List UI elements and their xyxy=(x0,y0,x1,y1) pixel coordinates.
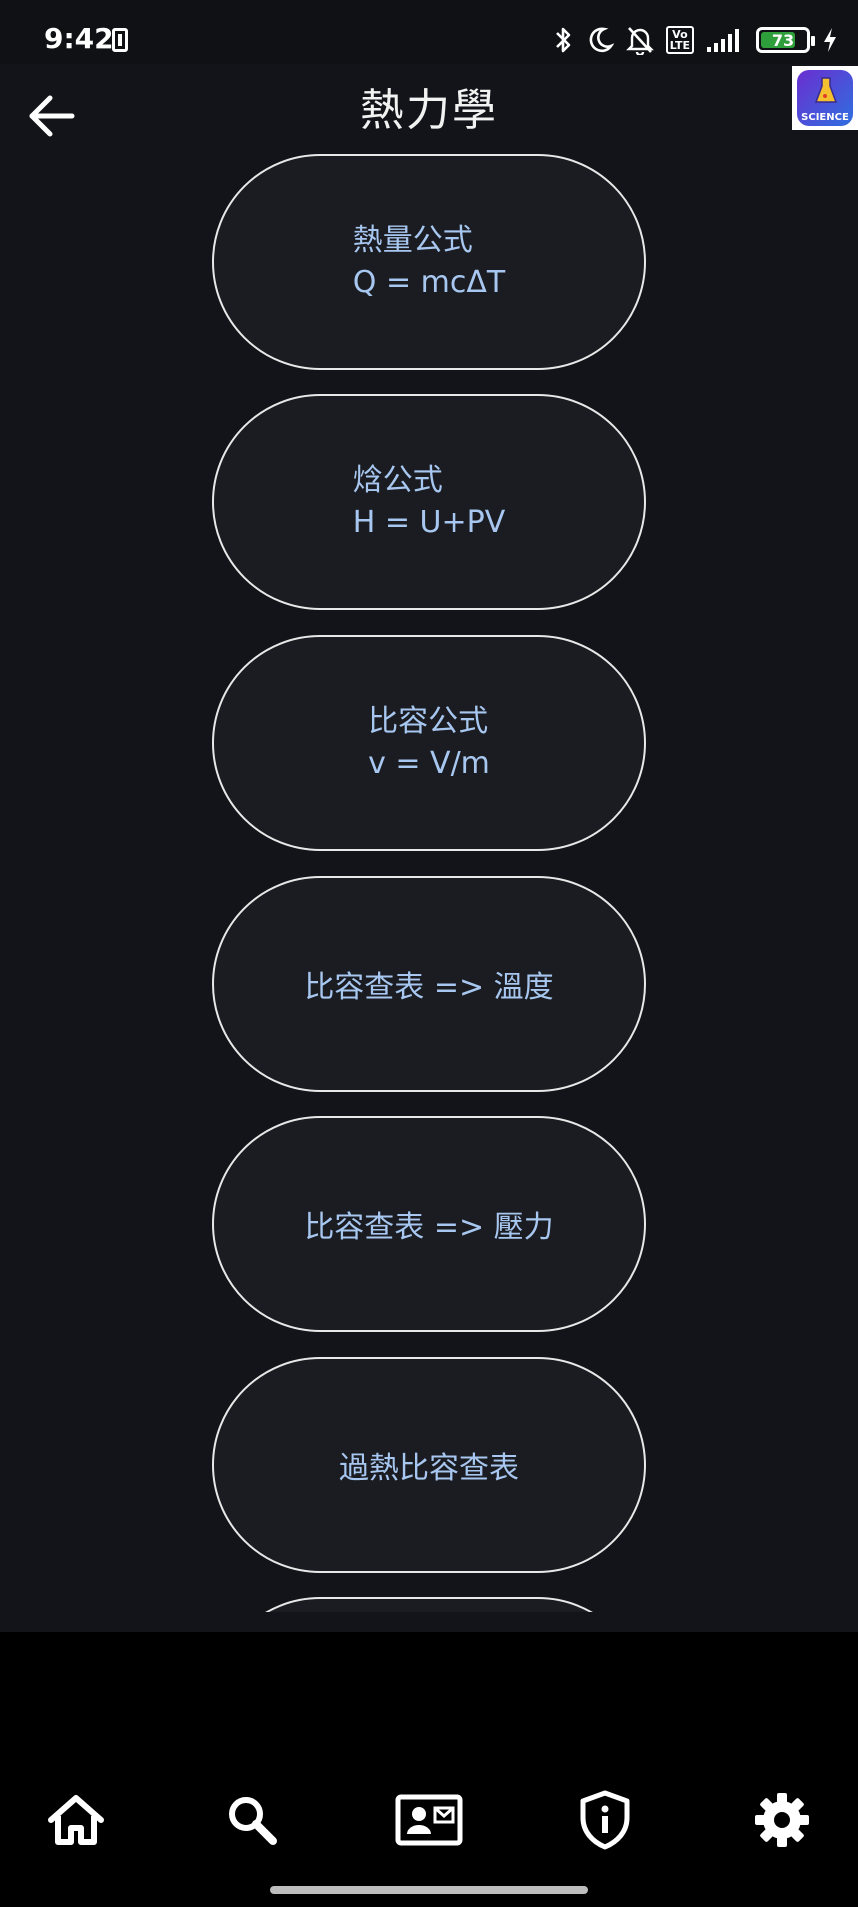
item-heat-formula[interactable]: 熱量公式 Q = mcΔT xyxy=(212,154,646,370)
item-table-temperature[interactable]: 比容查表 => 溫度 xyxy=(212,876,646,1092)
nav-contact[interactable] xyxy=(389,1780,469,1860)
formula-list: 熱量公式 Q = mcΔT 焓公式 H = U+PV 比容公式 v = V/m … xyxy=(0,140,858,1612)
bottom-nav xyxy=(0,1780,858,1880)
bell-off-icon xyxy=(625,27,654,55)
item-formula: H = U+PV xyxy=(352,505,506,540)
status-time: 9:42 xyxy=(44,22,114,55)
item-label: 過熱比容查表 xyxy=(339,1451,519,1486)
moon-icon xyxy=(589,27,614,53)
nav-home[interactable] xyxy=(36,1780,116,1860)
home-indicator[interactable] xyxy=(270,1886,588,1894)
item-enthalpy-formula[interactable]: 焓公式 H = U+PV xyxy=(212,394,646,610)
shield-info-icon xyxy=(580,1790,630,1850)
bluetooth-icon xyxy=(555,27,571,53)
item-title: 比容公式 xyxy=(368,704,489,739)
nav-privacy[interactable] xyxy=(565,1780,645,1860)
item-specific-volume-formula[interactable]: 比容公式 v = V/m xyxy=(212,635,646,851)
item-label: 比容查表 => 溫度 xyxy=(304,970,554,1005)
sim-card-icon xyxy=(112,28,128,52)
item-table-pressure[interactable]: 比容查表 => 壓力 xyxy=(212,1116,646,1332)
item-title: 熱量公式 xyxy=(352,223,473,258)
home-icon xyxy=(48,1795,104,1845)
volte-icon: Vo LTE xyxy=(665,26,694,54)
search-icon xyxy=(229,1797,277,1845)
battery-icon: 73 xyxy=(756,27,815,53)
contact-card-icon xyxy=(395,1794,463,1846)
item-formula: Q = mcΔT xyxy=(352,265,506,300)
logo-text: SCIENCE xyxy=(801,112,849,123)
item-partial[interactable] xyxy=(212,1597,646,1612)
nav-settings[interactable] xyxy=(742,1780,822,1860)
flask-icon xyxy=(815,77,837,103)
item-superheated-table[interactable]: 過熱比容查表 xyxy=(212,1357,646,1573)
charging-icon xyxy=(824,28,836,52)
page-title: 熱力學 xyxy=(360,85,498,136)
gear-icon xyxy=(755,1793,809,1847)
app-logo[interactable]: SCIENCE xyxy=(792,66,858,130)
status-icons: Vo LTE 73 xyxy=(554,22,838,58)
signal-icon xyxy=(707,29,739,52)
battery-level: 73 xyxy=(771,30,795,50)
item-title: 焓公式 xyxy=(352,463,443,498)
item-formula: v = V/m xyxy=(368,746,490,781)
status-bar: 9:42 Vo LTE 73 xyxy=(0,0,858,64)
nav-search[interactable] xyxy=(212,1780,292,1860)
item-label: 比容查表 => 壓力 xyxy=(304,1210,554,1245)
